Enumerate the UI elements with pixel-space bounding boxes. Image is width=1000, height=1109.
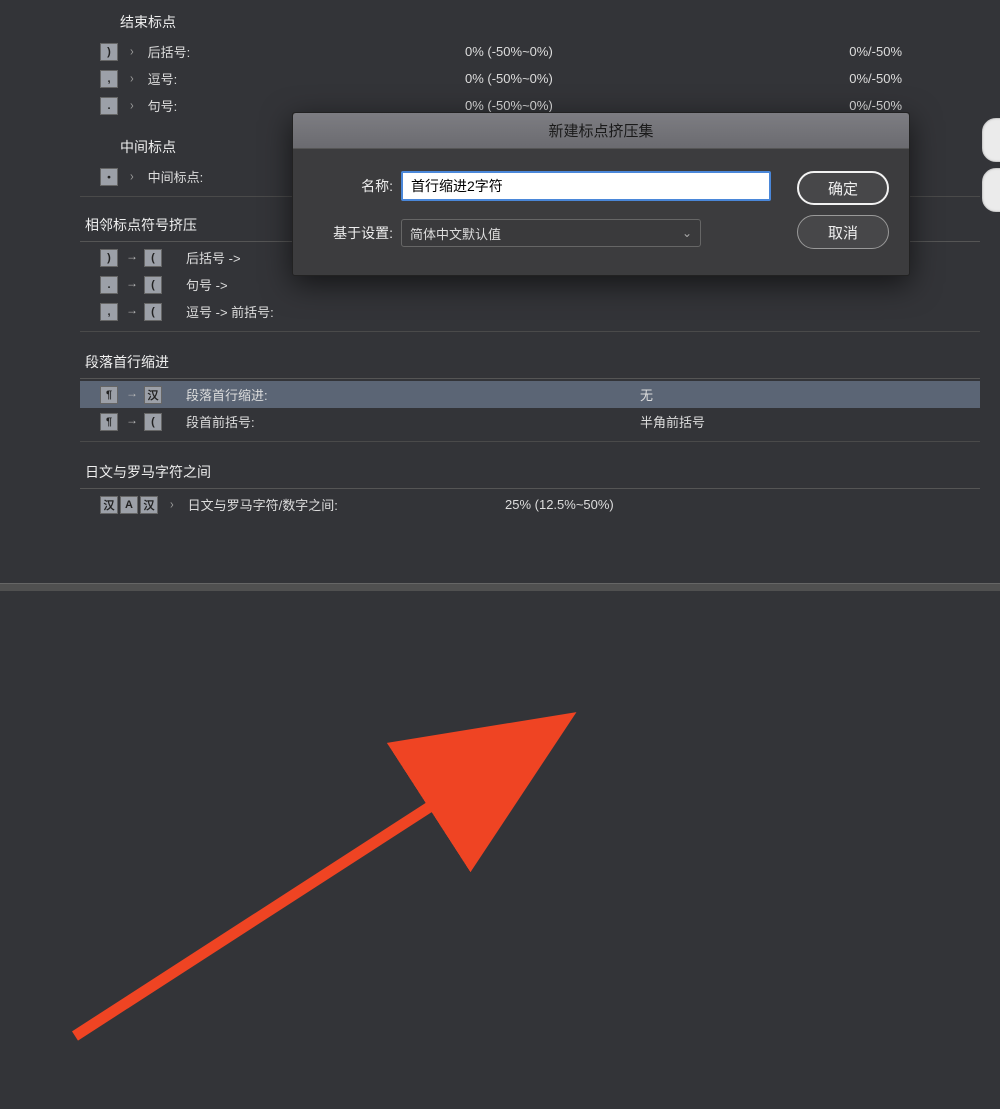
arrow-icon: → [126,303,138,321]
ok-button[interactable]: 确定 [797,171,889,205]
row-mid-value: 半角前括号 [640,412,705,431]
row-mid-value: 无 [640,385,653,404]
open-bracket-icon: ( [144,413,162,431]
arrow-icon: → [126,386,138,404]
row-label: 段首前括号: [186,412,255,431]
row-close-bracket[interactable]: ) › 后括号: 0% (-50%~0%) 0%/-50% [80,38,980,65]
row-label: 中间标点: [148,167,204,186]
open-bracket-icon: ( [144,303,162,321]
row-label: 后括号: [148,42,191,61]
cjk-icon: 汉 [144,386,162,404]
chevron-down-icon: ⌄ [682,226,692,240]
side-tab[interactable] [982,118,1000,162]
arrow-icon: → [126,276,138,294]
chevron-icon: › [130,98,134,112]
close-bracket-icon: ) [100,43,118,61]
row-label: 句号 -> [186,275,228,294]
cancel-button[interactable]: 取消 [797,215,889,249]
row-indent-bracket[interactable]: ¶ → ( 段首前括号: 半角前括号 [80,408,980,435]
mid-dot-icon: ・ [100,168,118,186]
side-tabs [982,118,1000,218]
cjk-icon: 汉 [140,496,158,514]
basis-value: 简体中文默认值 [410,224,501,243]
pilcrow-icon: ¶ [100,386,118,404]
period-icon: . [100,97,118,115]
name-input[interactable] [401,171,771,201]
basis-select[interactable]: 简体中文默认值 ⌄ [401,219,701,247]
comma-icon: , [100,70,118,88]
close-bracket-icon: ) [100,249,118,267]
arrow-icon: → [126,413,138,431]
bottom-bar [0,583,1000,591]
latin-icon: A [120,496,138,514]
row-value: 25% (12.5%~50%) [505,497,614,512]
row-comma[interactable]: , › 逗号: 0% (-50%~0%) 0%/-50% [80,65,980,92]
row-label: 逗号 -> 前括号: [186,302,274,321]
side-tab[interactable] [982,168,1000,212]
comma-icon: , [100,303,118,321]
open-bracket-icon: ( [144,249,162,267]
section-first-indent: 段落首行缩进 [80,346,980,379]
row-value2: 0%/-50% [849,71,902,86]
section-end-punct: 结束标点 [80,6,980,38]
row-indent-cjk[interactable]: ¶ → 汉 段落首行缩进: 无 [80,381,980,408]
row-comma-bracket[interactable]: , → ( 逗号 -> 前括号: [80,298,980,325]
row-value: 0% (-50%~0%) [465,44,553,59]
row-label: 句号: [148,96,178,115]
pilcrow-icon: ¶ [100,413,118,431]
row-label: 日文与罗马字符/数字之间: [188,495,338,514]
annotation-arrow [0,524,1000,1109]
cjk-icon: 汉 [100,496,118,514]
open-bracket-icon: ( [144,276,162,294]
row-label: 段落首行缩进: [186,385,268,404]
dialog-title: 新建标点挤压集 [293,113,909,149]
section-jp-roman: 日文与罗马字符之间 [80,456,980,489]
chevron-icon: › [130,44,134,58]
row-value2: 0%/-50% [849,44,902,59]
chevron-icon: › [130,71,134,85]
new-mojikumi-set-dialog: 新建标点挤压集 名称: 基于设置: 简体中文默认值 ⌄ 确定 取消 [292,112,910,276]
basis-label: 基于设置: [313,223,393,243]
row-label: 后括号 -> [186,248,241,267]
name-label: 名称: [313,176,393,196]
period-icon: . [100,276,118,294]
row-value: 0% (-50%~0%) [465,71,553,86]
chevron-icon: › [130,169,134,183]
arrow-icon: → [126,249,138,267]
row-jp-roman[interactable]: 汉 A 汉 › 日文与罗马字符/数字之间: 25% (12.5%~50%) [80,491,980,518]
row-value: 0% (-50%~0%) [465,98,553,113]
row-value2: 0%/-50% [849,98,902,113]
row-label: 逗号: [148,69,178,88]
chevron-icon: › [170,497,174,511]
